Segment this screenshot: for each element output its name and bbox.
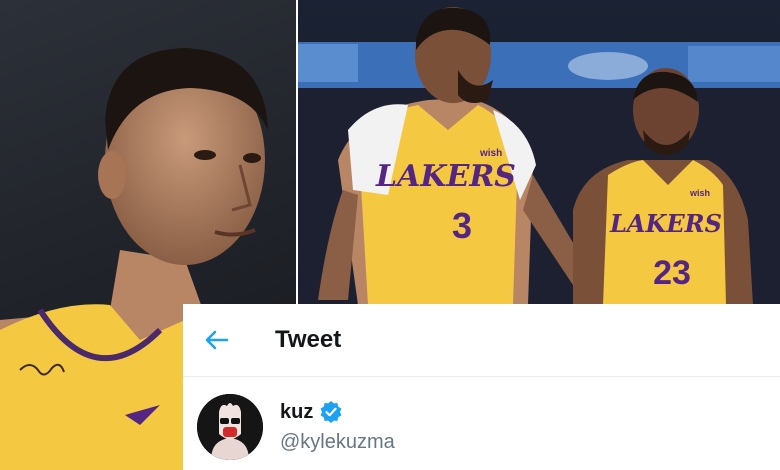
page-title: Tweet: [275, 326, 342, 353]
jersey-lakers-left: LAKERS: [375, 159, 516, 194]
avatar[interactable]: [197, 394, 263, 460]
back-arrow-icon[interactable]: [203, 326, 231, 354]
players-photo-right: LAKERS 3 wish LAKERS 23 wish: [298, 0, 780, 305]
tweet-header: Tweet: [183, 304, 780, 377]
avatar-image: [197, 394, 263, 460]
jersey-number-3: 3: [452, 205, 472, 246]
jersey-sponsor-left: wish: [479, 148, 502, 159]
verified-badge-icon: [319, 400, 343, 424]
tweet-card: Tweet kuz @kylekuzma: [183, 304, 780, 470]
jersey-number-23: 23: [653, 254, 691, 292]
jersey-sponsor-right: wish: [689, 188, 710, 198]
jersey-lakers-right: LAKERS: [609, 209, 722, 238]
author-display-name[interactable]: kuz: [280, 401, 313, 424]
players-illustration-right: LAKERS 3 wish LAKERS 23 wish: [298, 7, 780, 305]
author-handle[interactable]: @kylekuzma: [280, 431, 395, 454]
